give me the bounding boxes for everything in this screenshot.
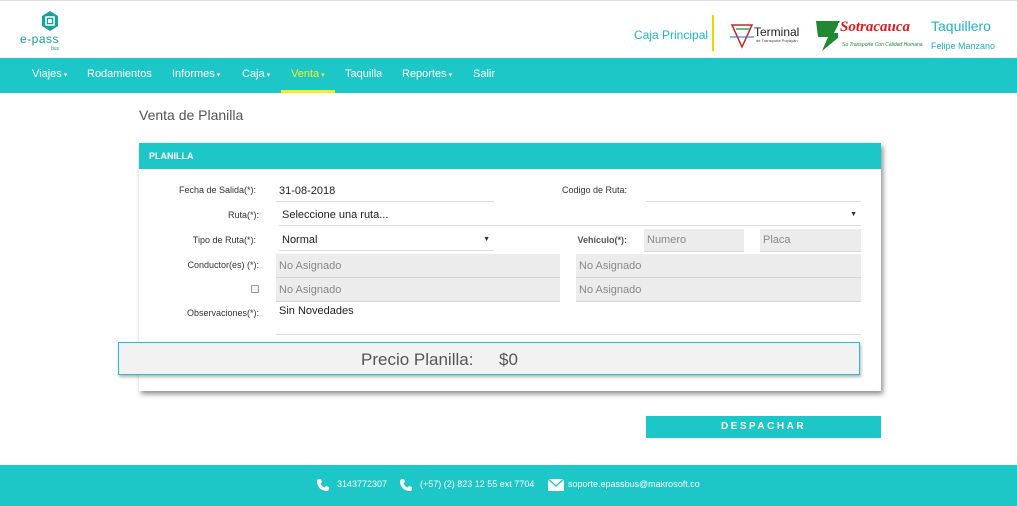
header-divider bbox=[712, 15, 714, 51]
company-tagline: Su Transporte Con Calidad Humana bbox=[842, 42, 923, 48]
tipo-ruta-value: Normal bbox=[282, 234, 318, 246]
chevron-down-icon: ▾ bbox=[321, 72, 325, 79]
precio-label: Precio Planilla: bbox=[361, 350, 474, 369]
terminal-name: Terminal bbox=[754, 25, 800, 39]
vehiculo-numero-input[interactable]: Numero bbox=[644, 229, 744, 252]
observaciones-textarea[interactable]: Sin Novedades bbox=[276, 303, 861, 335]
nav-label: Reportes bbox=[402, 68, 447, 80]
vehiculo-placa-input[interactable]: Placa bbox=[760, 229, 861, 252]
conductor-3-field[interactable]: No Asignado bbox=[276, 278, 560, 302]
footer-phone-2: (+57) (2) 823 12 55 ext 7704 bbox=[420, 479, 535, 489]
caja-principal-label: Caja Principal bbox=[634, 28, 709, 42]
user-role: Taquillero bbox=[931, 18, 991, 34]
fecha-label: Fecha de Salida(*): bbox=[178, 185, 256, 195]
conductor-4-field[interactable]: No Asignado bbox=[576, 278, 861, 302]
fecha-input[interactable]: 31-08-2018 bbox=[276, 182, 494, 202]
footer-phone: 3143772307 bbox=[337, 479, 388, 489]
company-name: Sotracauca bbox=[840, 19, 911, 35]
nav-label: Viajes bbox=[32, 68, 62, 80]
conductor-label: Conductor(es) (*): bbox=[187, 260, 259, 270]
user-name: Felipe Manzano bbox=[931, 41, 996, 51]
nav-label: Rodamientos bbox=[87, 68, 152, 80]
tipo-ruta-label: Tipo de Ruta(*): bbox=[192, 235, 256, 245]
nav-label: Salir bbox=[473, 68, 496, 80]
conductor-1-field[interactable]: No Asignado bbox=[276, 254, 560, 278]
conductor-checkbox[interactable] bbox=[251, 285, 259, 293]
tipo-ruta-select[interactable]: Normal ▼ bbox=[279, 231, 494, 251]
chevron-down-icon: ▾ bbox=[266, 72, 271, 79]
footer-email[interactable]: soporte.epassbus@makrosoft.co bbox=[568, 479, 700, 489]
nav-informes[interactable]: Informes ▾ bbox=[172, 58, 220, 93]
chevron-down-icon: ▾ bbox=[216, 72, 221, 79]
nav-viajes[interactable]: Viajes ▾ bbox=[32, 58, 67, 93]
nav-venta[interactable]: Venta ▾ bbox=[281, 58, 335, 93]
despachar-button[interactable]: DESPACHAR bbox=[646, 416, 881, 438]
panel-heading: PLANILLA bbox=[139, 143, 881, 169]
nav-label: Venta bbox=[291, 68, 320, 80]
nav-rodamientos[interactable]: Rodamientos bbox=[87, 58, 152, 93]
codigo-ruta-label: Codigo de Ruta: bbox=[561, 185, 627, 195]
nav-label: Caja bbox=[242, 68, 265, 80]
chevron-down-icon: ▼ bbox=[483, 236, 490, 243]
phone-icon bbox=[400, 479, 412, 491]
nav-label: Taquilla bbox=[345, 68, 383, 80]
codigo-ruta-input[interactable] bbox=[646, 182, 861, 202]
ruta-label: Ruta(*): bbox=[227, 210, 259, 220]
app-header: e-pass bus Caja Principal Terminal de Tr… bbox=[0, 0, 1017, 58]
nav-taquilla[interactable]: Taquilla bbox=[345, 58, 382, 93]
footer: 3143772307 (+57) (2) 823 12 55 ext 7704 … bbox=[0, 465, 1017, 506]
ruta-select[interactable]: Seleccione una ruta... ▼ bbox=[279, 206, 861, 226]
vehiculo-label: Vehículo(*): bbox=[577, 235, 627, 245]
nav-label: Informes bbox=[172, 68, 215, 80]
ruta-select-value: Seleccione una ruta... bbox=[282, 209, 389, 221]
nav-caja[interactable]: Caja ▾ bbox=[242, 58, 270, 93]
observaciones-label: Observaciones(*): bbox=[186, 308, 259, 318]
chevron-down-icon: ▾ bbox=[448, 72, 453, 79]
main-navbar: Viajes ▾ Rodamientos Informes ▾ Caja ▾ Vent… bbox=[0, 58, 1017, 93]
page-title: Venta de Planilla bbox=[139, 107, 244, 123]
logo-sub: bus bbox=[51, 46, 60, 52]
logo-text: e-pass bbox=[20, 32, 60, 46]
conductor-2-field[interactable]: No Asignado bbox=[576, 254, 861, 278]
precio-planilla-box: Precio Planilla: $0 bbox=[118, 342, 860, 375]
nav-reportes[interactable]: Reportes ▾ bbox=[402, 58, 452, 93]
phone-icon bbox=[317, 479, 329, 491]
envelope-icon bbox=[548, 479, 564, 491]
nav-salir[interactable]: Salir bbox=[473, 58, 495, 93]
chevron-down-icon: ▼ bbox=[850, 211, 857, 218]
terminal-subtitle: de Transporte Popayán bbox=[756, 38, 798, 43]
precio-value: $0 bbox=[499, 350, 518, 369]
chevron-down-icon: ▾ bbox=[63, 72, 68, 79]
